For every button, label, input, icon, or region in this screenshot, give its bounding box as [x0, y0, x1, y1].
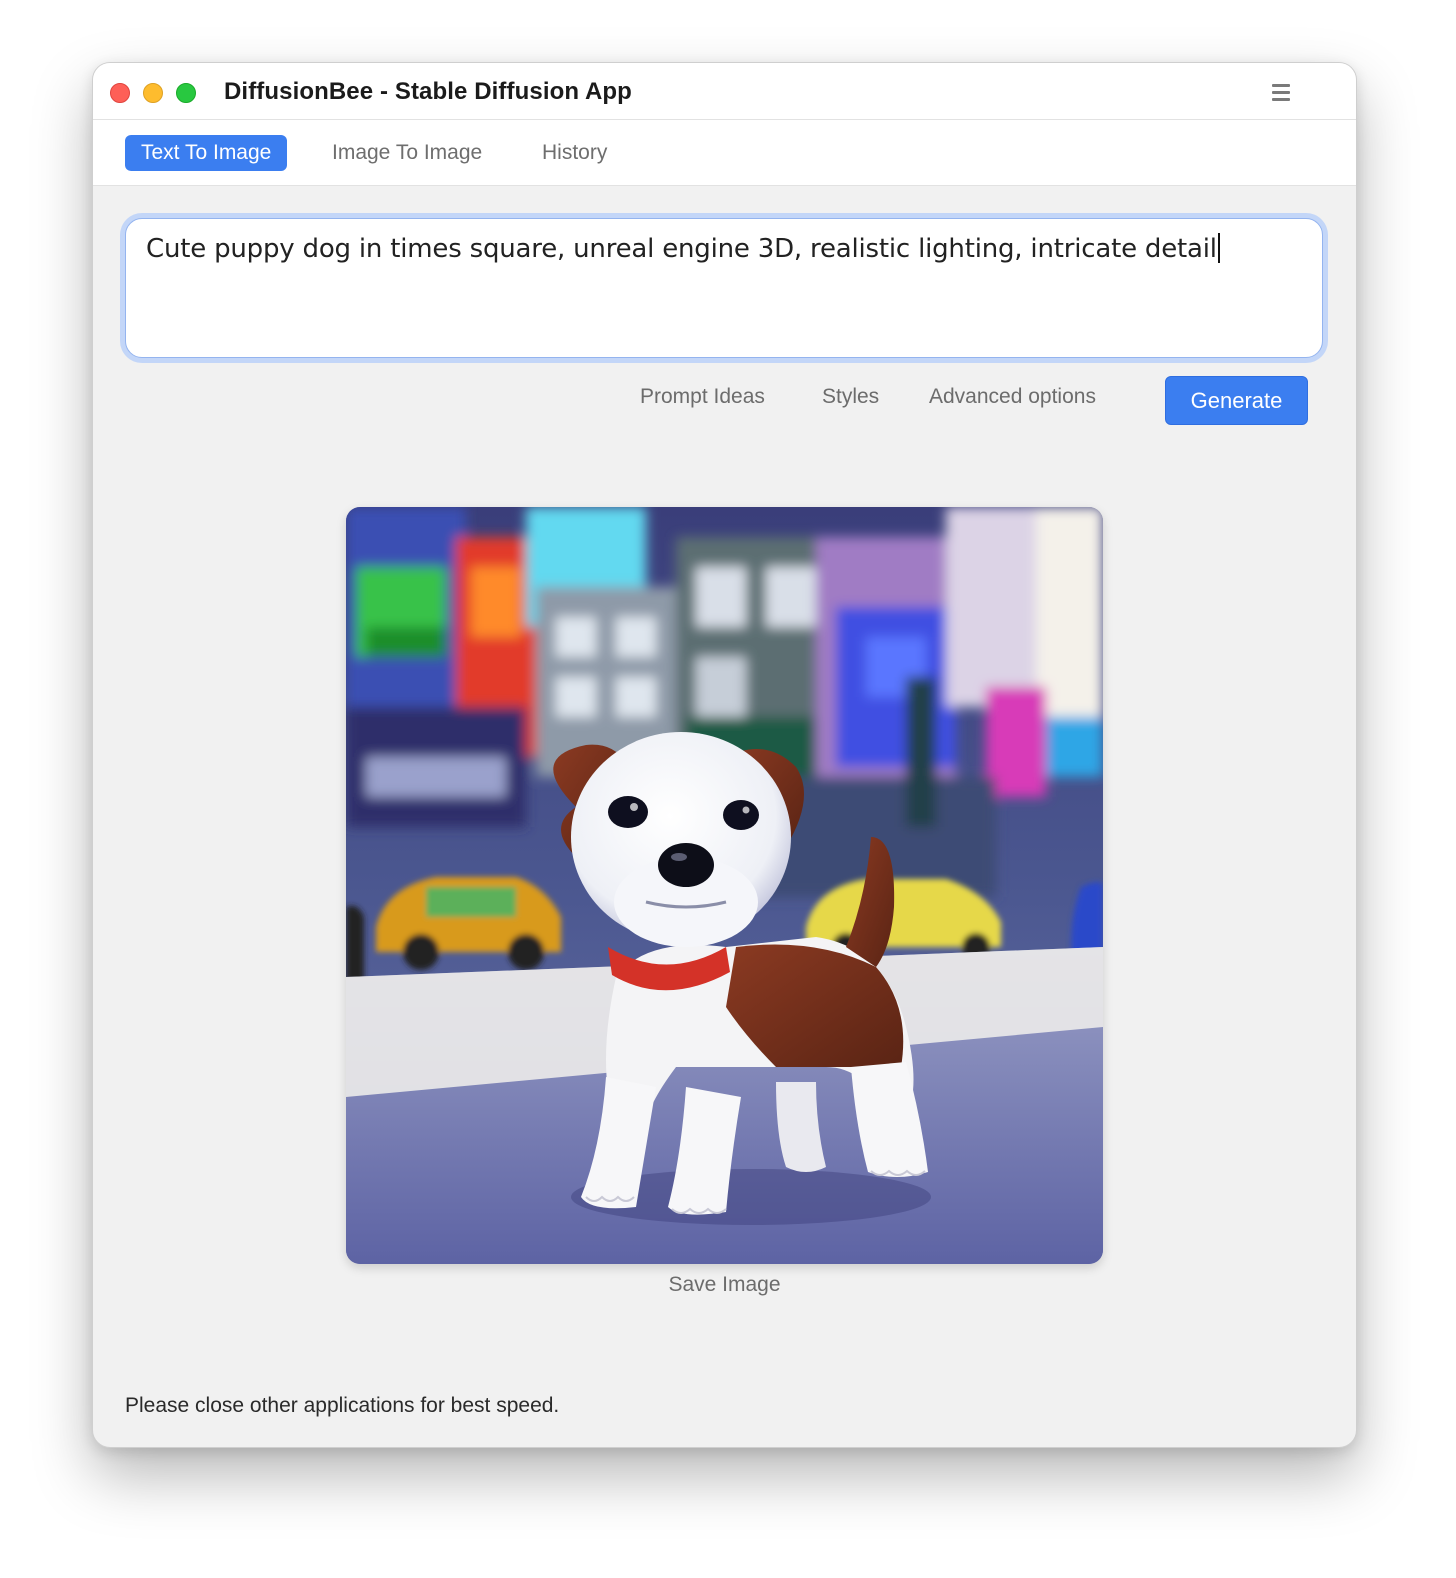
hamburger-menu-icon[interactable] [1270, 82, 1292, 102]
prompt-text: Cute puppy dog in times square, unreal e… [146, 234, 1217, 264]
generate-button[interactable]: Generate [1165, 376, 1308, 425]
tab-bar: Text To Image Image To Image History [93, 120, 1356, 186]
prompt-input[interactable]: Cute puppy dog in times square, unreal e… [125, 218, 1323, 358]
text-caret [1217, 233, 1220, 263]
app-title: DiffusionBee - Stable Diffusion App [224, 78, 632, 105]
save-image-button[interactable]: Save Image [93, 1273, 1356, 1297]
tab-history[interactable]: History [542, 135, 607, 171]
zoom-window-button[interactable] [176, 83, 196, 103]
app-window: DiffusionBee - Stable Diffusion App Text… [92, 62, 1357, 1448]
prompt-ideas-button[interactable]: Prompt Ideas [640, 385, 765, 409]
close-window-button[interactable] [110, 83, 130, 103]
prompt-focus-ring: Cute puppy dog in times square, unreal e… [120, 213, 1328, 363]
tab-text-to-image[interactable]: Text To Image [125, 135, 288, 171]
title-bar: DiffusionBee - Stable Diffusion App [93, 63, 1356, 120]
styles-button[interactable]: Styles [822, 385, 879, 409]
advanced-options-button[interactable]: Advanced options [929, 385, 1096, 409]
tab-image-to-image[interactable]: Image To Image [332, 135, 482, 171]
minimize-window-button[interactable] [143, 83, 163, 103]
status-message: Please close other applications for best… [125, 1394, 560, 1417]
generated-image [346, 507, 1103, 1264]
